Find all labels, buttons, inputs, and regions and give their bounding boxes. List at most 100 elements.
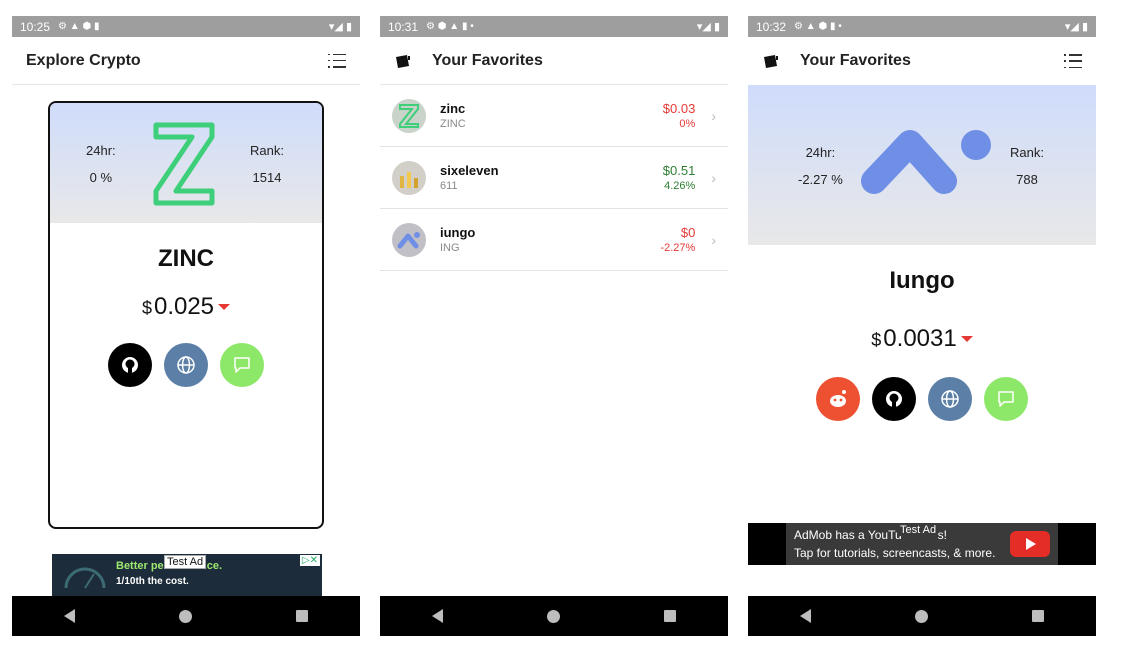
- chat-icon: [234, 357, 250, 373]
- screen-favorites-list: 10:31 ⚙ ⬢ ▲ ▮ • ▾◢ ▮ Your Favorites zinc…: [380, 16, 728, 636]
- coin-price: $ 0.025: [50, 293, 322, 321]
- status-time: 10:31: [388, 19, 419, 34]
- signal-battery-icon: ▾◢ ▮: [328, 21, 352, 33]
- coin-symbol: ING: [440, 242, 460, 254]
- currency-symbol: $: [871, 330, 882, 350]
- chat-button[interactable]: [220, 343, 264, 387]
- github-icon: [886, 391, 902, 407]
- chat-button[interactable]: [984, 377, 1028, 421]
- system-nav-bar: [748, 596, 1096, 636]
- chat-icon: [998, 391, 1014, 407]
- zinc-logo-icon: [153, 122, 215, 206]
- iungo-logo-icon: [861, 130, 991, 194]
- status-bar: 10:31 ⚙ ⬢ ▲ ▮ • ▾◢ ▮: [380, 16, 728, 37]
- coin-card[interactable]: 24hr: 0 % Rank: 1514 ZINC $ 0.025: [48, 101, 324, 529]
- app-bar: Explore Crypto: [12, 37, 360, 85]
- favorites-list: zinc ZINC $0.03 0% › sixeleven 611 $0.51…: [380, 85, 728, 271]
- github-button[interactable]: [872, 377, 916, 421]
- coin-name: sixeleven: [440, 163, 499, 178]
- status-bar: 10:32 ⚙ ▲ ⬢ ▮ • ▾◢ ▮: [748, 16, 1096, 37]
- stat-24hr: 24hr: 0 %: [86, 143, 116, 185]
- app-bar: Your Favorites: [748, 37, 1096, 85]
- chevron-right-icon: ›: [711, 107, 716, 124]
- status-time: 10:32: [756, 19, 787, 34]
- coin-actions: [748, 377, 1096, 421]
- coin-name: zinc: [440, 101, 466, 116]
- list-menu-icon[interactable]: [328, 53, 346, 68]
- stat-24hr-label: 24hr:: [86, 143, 116, 158]
- list-item-text: iungo ING: [440, 225, 475, 254]
- website-button[interactable]: [928, 377, 972, 421]
- price-block: $0 -2.27%: [660, 225, 695, 254]
- coin-hero: 24hr: 0 % Rank: 1514: [50, 103, 322, 223]
- stat-24hr-value: -2.27 %: [798, 172, 843, 187]
- ad-content: AdMob has a YouTu s! Tap for tutorials, s…: [786, 523, 1058, 565]
- coin-name: Iungo: [889, 267, 955, 294]
- github-button[interactable]: [108, 343, 152, 387]
- price-value: 0.0031: [883, 325, 957, 352]
- globe-icon: [177, 356, 195, 374]
- ad-banner[interactable]: AdMob has a YouTu s! Tap for tutorials, s…: [748, 523, 1096, 565]
- coin-change: 0%: [679, 118, 696, 130]
- reddit-button[interactable]: [816, 377, 860, 421]
- stat-24hr: 24hr: -2.27 %: [798, 145, 843, 187]
- coin-price: $ 0.0031: [748, 325, 1096, 353]
- ad-line2: 1/10th the cost.: [116, 576, 189, 587]
- price-value: 0.025: [153, 293, 215, 320]
- test-ad-label: Test Ad: [898, 524, 939, 536]
- back-icon[interactable]: [800, 609, 811, 623]
- ad-banner[interactable]: Better pe ice. 1/10th the cost. Test Ad ▷…: [52, 554, 322, 596]
- ad-choices-icon[interactable]: ▷✕: [299, 555, 320, 566]
- screen-explore-crypto: 10:25 ⚙ ▲ ⬢ ▮ ▾◢ ▮ Explore Crypto 24hr: …: [12, 16, 360, 636]
- wallet-icon[interactable]: [394, 54, 412, 68]
- trend-down-icon: [218, 304, 231, 310]
- price-block: $0.51 4.26%: [663, 163, 696, 192]
- price-block: $0.03 0%: [663, 101, 696, 130]
- page-title: Your Favorites: [800, 52, 911, 69]
- rank-label: Rank:: [250, 143, 284, 158]
- youtube-play-icon[interactable]: [1010, 531, 1050, 557]
- list-menu-icon[interactable]: [1064, 54, 1082, 68]
- chevron-right-icon: ›: [711, 231, 716, 248]
- coin-price: $0: [680, 225, 696, 240]
- zinc-avatar-icon: [392, 98, 426, 133]
- website-button[interactable]: [164, 343, 208, 387]
- recents-icon[interactable]: [664, 610, 676, 622]
- status-icons: ⚙ ▲ ⬢ ▮ •: [794, 21, 842, 32]
- rank-label: Rank:: [1010, 145, 1044, 160]
- page-title: Your Favorites: [432, 51, 543, 69]
- rank-value: 788: [1016, 172, 1038, 187]
- home-icon[interactable]: [915, 609, 928, 623]
- list-item-sixeleven[interactable]: sixeleven 611 $0.51 4.26% ›: [380, 147, 728, 209]
- list-item-iungo[interactable]: iungo ING $0 -2.27% ›: [380, 209, 728, 271]
- gauge-icon: [64, 567, 106, 589]
- globe-icon: [941, 390, 959, 408]
- iungo-avatar-icon: [392, 222, 426, 257]
- list-item-text: zinc ZINC: [440, 101, 466, 130]
- signal-battery-icon: ▾◢ ▮: [696, 21, 720, 33]
- system-nav-bar: [12, 596, 360, 636]
- recents-icon[interactable]: [296, 610, 308, 622]
- home-icon[interactable]: [179, 609, 192, 623]
- list-item-zinc[interactable]: zinc ZINC $0.03 0% ›: [380, 85, 728, 147]
- currency-symbol: $: [141, 298, 152, 318]
- recents-icon[interactable]: [1032, 610, 1044, 622]
- back-icon[interactable]: [64, 609, 75, 623]
- page-title: Explore Crypto: [26, 51, 141, 69]
- coin-actions: [50, 343, 322, 387]
- signal-battery-icon: ▾◢ ▮: [1064, 21, 1088, 33]
- coin-name: iungo: [440, 225, 476, 240]
- stat-rank: Rank: 788: [1010, 145, 1044, 187]
- ad-line2: Tap for tutorials, screencasts, & more.: [794, 546, 996, 560]
- home-icon[interactable]: [547, 609, 560, 623]
- reddit-icon: [830, 390, 846, 407]
- status-icons: ⚙ ⬢ ▲ ▮ •: [426, 21, 474, 32]
- stat-24hr-value: 0 %: [89, 170, 113, 185]
- system-nav-bar: [380, 596, 728, 636]
- wallet-icon[interactable]: [762, 54, 780, 68]
- sixeleven-avatar-icon: [392, 160, 426, 195]
- status-bar: 10:25 ⚙ ▲ ⬢ ▮ ▾◢ ▮: [12, 16, 360, 37]
- coin-name: ZINC: [158, 245, 214, 272]
- back-icon[interactable]: [432, 609, 443, 623]
- trend-down-icon: [960, 336, 973, 342]
